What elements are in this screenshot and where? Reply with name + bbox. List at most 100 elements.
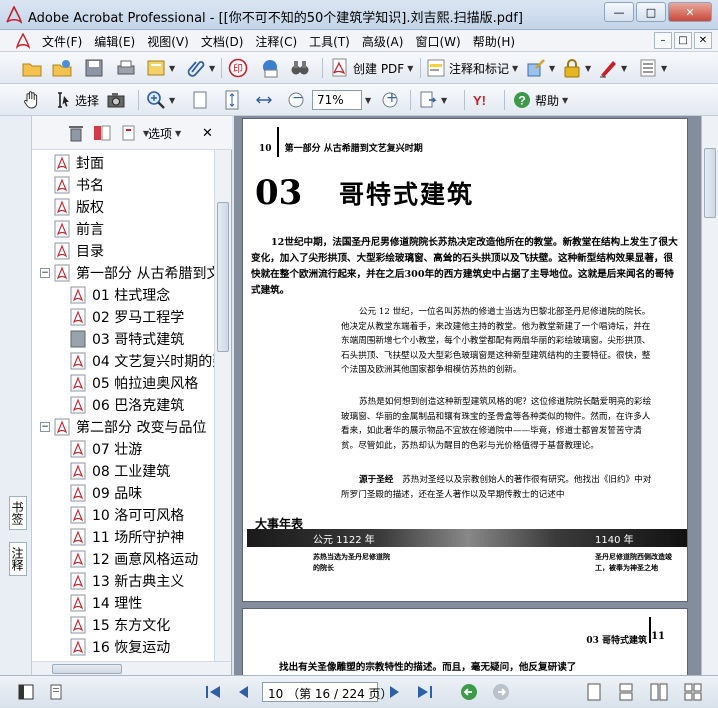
collapse-toggle[interactable]: −: [40, 422, 50, 432]
bookmark-item[interactable]: 书名: [54, 174, 104, 196]
tab-bookmarks[interactable]: 书签: [9, 496, 27, 530]
hand-tool-button[interactable]: [22, 89, 42, 111]
bookmark-item[interactable]: 08 工业建筑: [70, 460, 170, 482]
print-button[interactable]: [116, 57, 136, 79]
next-page-button[interactable]: [388, 682, 402, 702]
attach-dropdown-caret[interactable]: ▼: [209, 64, 215, 73]
continuous-facing-layout-button[interactable]: [684, 682, 702, 702]
page-number-input[interactable]: 10 （第 16 / 224 页）: [262, 682, 393, 702]
close-panel-button[interactable]: ✕: [202, 122, 213, 144]
facing-layout-button[interactable]: [650, 682, 668, 702]
attach-button[interactable]: ▼: [186, 57, 215, 79]
bookmark-item[interactable]: 16 恢复运动: [70, 636, 170, 658]
help-button[interactable]: ? 帮助 ▼: [512, 89, 568, 111]
snapshot-button[interactable]: [106, 89, 126, 111]
bookmark-item[interactable]: 11 场所守护神: [70, 526, 184, 548]
comment-markup-caret[interactable]: ▼: [512, 64, 518, 73]
bookmark-group[interactable]: − 第一部分 从古希腊到文艺复兴: [40, 262, 214, 284]
tab-comments[interactable]: 注释: [9, 542, 27, 576]
menu-window[interactable]: 窗口(W): [409, 33, 466, 50]
bookmark-item[interactable]: 02 罗马工程学: [70, 306, 184, 328]
document-menu-icon[interactable]: [16, 33, 30, 49]
options-menu-button[interactable]: 选项 ▼: [148, 122, 181, 144]
bookmark-item[interactable]: 07 壮游: [70, 438, 142, 460]
sign-caret[interactable]: ▼: [621, 64, 627, 73]
bookmark-item[interactable]: 封面: [54, 152, 104, 174]
single-page-layout-button[interactable]: [586, 682, 602, 702]
new-bookmark-button[interactable]: [92, 122, 112, 144]
forms-caret[interactable]: ▼: [661, 64, 667, 73]
document-view[interactable]: 10 第一部分 从古希腊到文艺复兴时期 03 哥特式建筑 12世纪中期，法国圣丹…: [234, 116, 718, 678]
continuous-layout-button[interactable]: [618, 682, 634, 702]
menu-view[interactable]: 视图(V): [141, 33, 195, 50]
menu-document[interactable]: 文档(D): [195, 33, 250, 50]
email-button[interactable]: [260, 57, 280, 79]
previous-page-button[interactable]: [236, 682, 250, 702]
stamp-button[interactable]: 印: [228, 57, 248, 79]
bookmark-options-button[interactable]: ▼: [120, 122, 149, 144]
bookmark-item[interactable]: 版权: [54, 196, 104, 218]
zoom-level-field[interactable]: 71% ▼: [312, 89, 371, 111]
bookmark-item[interactable]: 05 帕拉迪奥风格: [70, 372, 198, 394]
document-vertical-scrollbar[interactable]: [701, 116, 718, 675]
bookmark-vertical-scrollbar[interactable]: [214, 150, 231, 661]
bookmark-item[interactable]: 01 柱式理念: [70, 284, 170, 306]
doc-minimize-button[interactable]: –: [654, 32, 672, 49]
fit-width-button[interactable]: [254, 89, 274, 111]
bookmark-item[interactable]: 06 巴洛克建筑: [70, 394, 184, 416]
rotate-view-button[interactable]: ▼: [418, 89, 447, 111]
scrollbar-thumb[interactable]: [217, 202, 229, 352]
bookmark-item[interactable]: 目录: [54, 240, 104, 262]
zoom-level-caret[interactable]: ▼: [365, 96, 371, 105]
bookmark-item[interactable]: 前言: [54, 218, 104, 240]
fit-page-button[interactable]: [222, 89, 242, 111]
menu-help[interactable]: 帮助(H): [467, 33, 521, 50]
organizer-button[interactable]: [52, 57, 72, 79]
select-tool-button[interactable]: 选择: [52, 89, 99, 111]
zoom-out-button[interactable]: −: [286, 89, 306, 111]
scrollbar-thumb[interactable]: [52, 664, 122, 674]
menu-edit[interactable]: 编辑(E): [88, 33, 141, 50]
forms-button[interactable]: ▼: [638, 57, 667, 79]
close-button[interactable]: ✕: [668, 2, 712, 22]
bookmark-horizontal-scrollbar[interactable]: [32, 661, 231, 675]
bookmark-group[interactable]: − 第二部分 改变与品位: [40, 416, 206, 438]
comment-markup-button[interactable]: 注释和标记 ▼: [426, 57, 518, 79]
help-caret[interactable]: ▼: [562, 96, 568, 105]
doc-close-button[interactable]: ✕: [694, 32, 712, 49]
page-properties-button[interactable]: [48, 682, 64, 702]
tasks-button[interactable]: ▼: [146, 57, 175, 79]
zoom-in-button[interactable]: +: [380, 89, 400, 111]
zoom-level-input[interactable]: 71%: [312, 90, 362, 110]
menu-file[interactable]: 文件(F): [36, 33, 88, 50]
rotate-view-caret[interactable]: ▼: [441, 96, 447, 105]
zoom-tool-caret[interactable]: ▼: [169, 96, 175, 105]
page-number-field[interactable]: 10 （第 16 / 224 页）: [262, 682, 393, 702]
bookmark-item[interactable]: 14 理性: [70, 592, 142, 614]
bookmark-item[interactable]: 15 东方文化: [70, 614, 170, 636]
secure-button[interactable]: ▼: [562, 57, 591, 79]
collapse-toggle[interactable]: −: [40, 268, 50, 278]
last-page-button[interactable]: [416, 682, 434, 702]
menu-tools[interactable]: 工具(T): [303, 33, 356, 50]
sign-button[interactable]: ▼: [598, 57, 627, 79]
bookmark-item[interactable]: 10 洛可可风格: [70, 504, 184, 526]
zoom-tool-button[interactable]: ▼: [146, 89, 175, 111]
maximize-button[interactable]: □: [636, 2, 666, 22]
open-button[interactable]: [22, 57, 42, 79]
search-button[interactable]: [290, 57, 310, 79]
review-button[interactable]: ▼: [526, 57, 555, 79]
doc-restore-button[interactable]: □: [674, 32, 692, 49]
bookmark-item[interactable]: 04 文艺复兴时期的建筑: [70, 350, 214, 372]
review-caret[interactable]: ▼: [549, 64, 555, 73]
show-panel-button[interactable]: [18, 682, 34, 702]
next-view-button[interactable]: [492, 682, 510, 702]
tasks-dropdown-caret[interactable]: ▼: [169, 64, 175, 73]
previous-view-button[interactable]: [460, 682, 478, 702]
bookmark-item[interactable]: 09 品味: [70, 482, 142, 504]
save-button[interactable]: [84, 57, 104, 79]
actual-size-button[interactable]: [190, 89, 210, 111]
acrobat-app-icon[interactable]: [6, 6, 22, 24]
create-pdf-caret[interactable]: ▼: [407, 64, 413, 73]
secure-caret[interactable]: ▼: [585, 64, 591, 73]
